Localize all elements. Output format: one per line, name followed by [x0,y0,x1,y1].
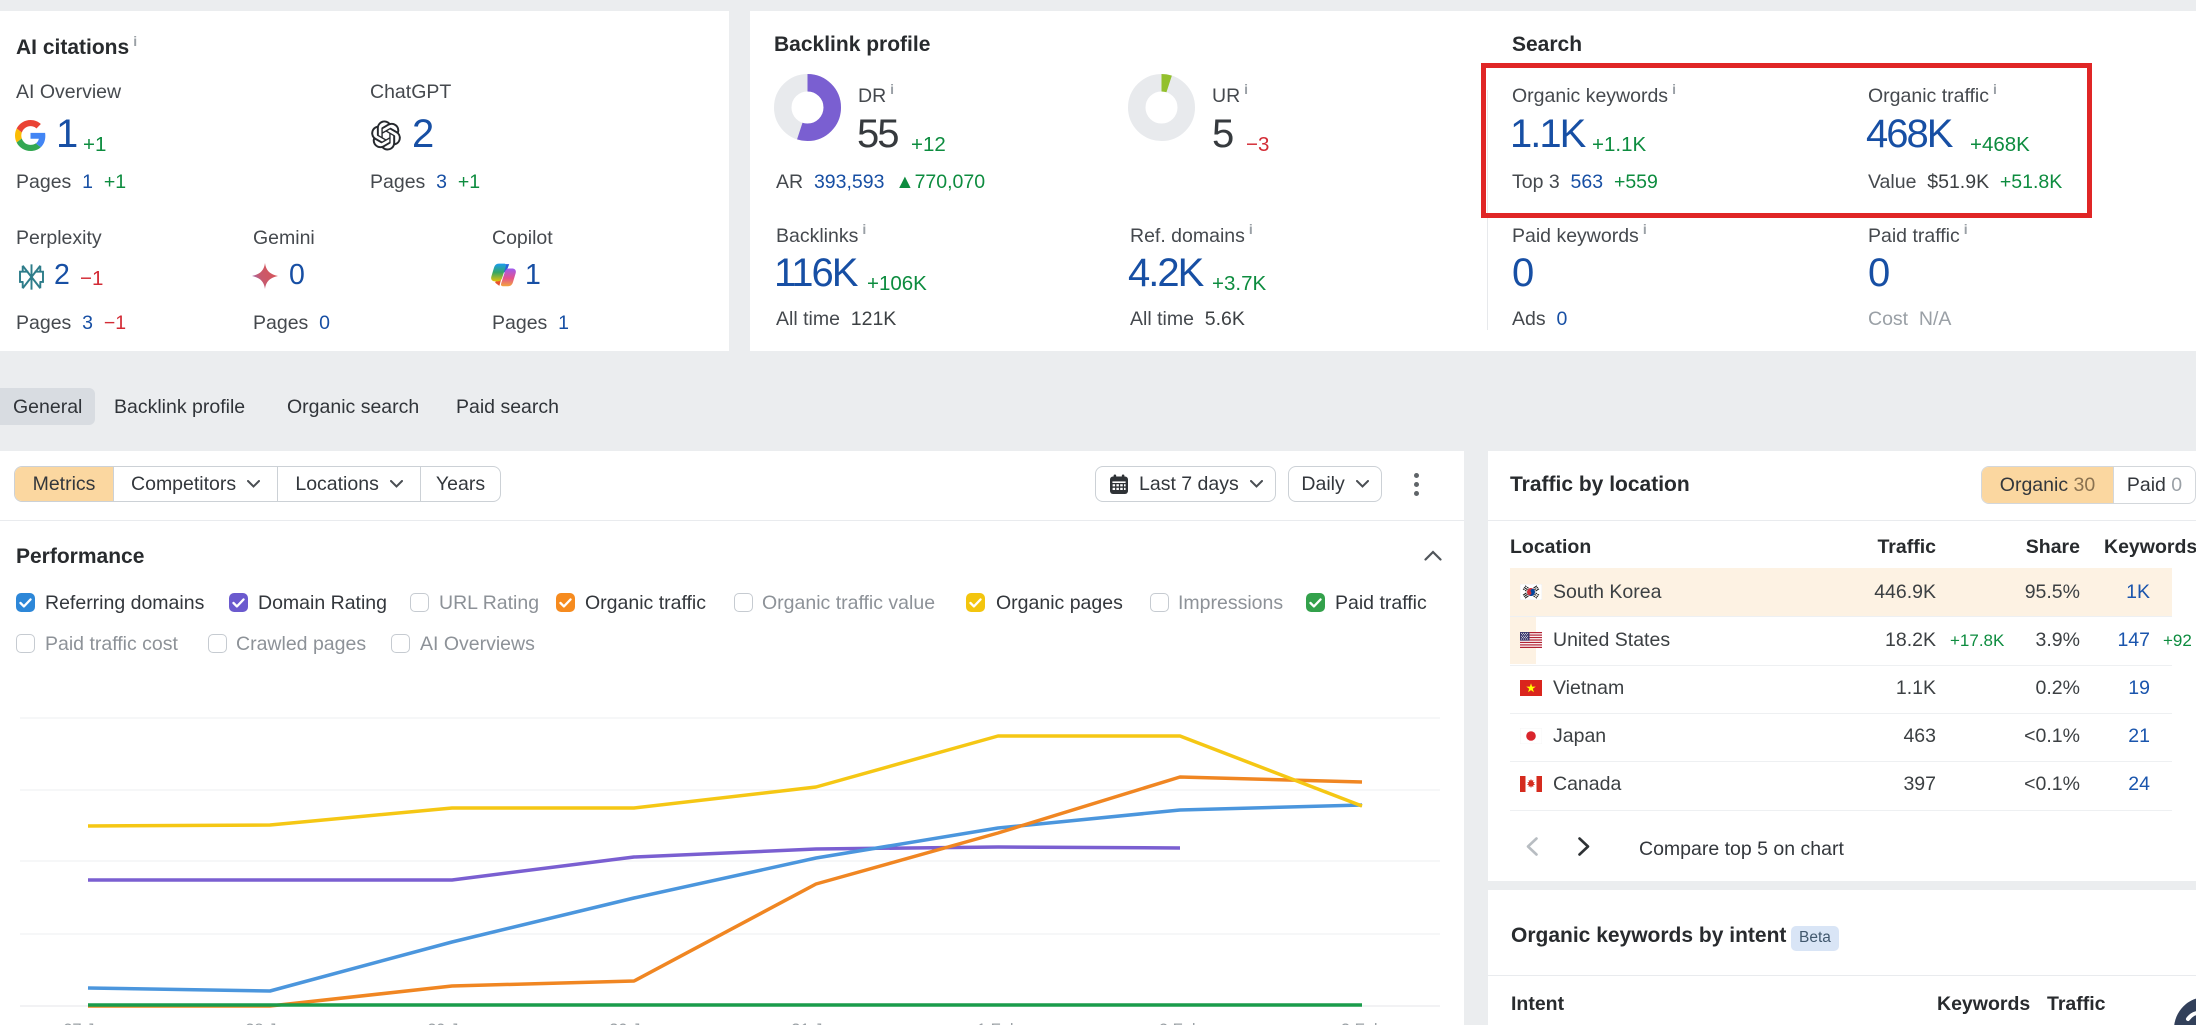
svg-text:27 Jan: 27 Jan [63,1021,113,1025]
svg-text:3 Feb: 3 Feb [1341,1021,1383,1025]
svg-text:31 Jan: 31 Jan [791,1021,841,1025]
svg-text:2 Feb: 2 Feb [1159,1021,1201,1025]
svg-text:29 Jan: 29 Jan [427,1021,477,1025]
svg-text:28 Jan: 28 Jan [245,1021,295,1025]
svg-text:30 Jan: 30 Jan [609,1021,659,1025]
svg-text:1 Feb: 1 Feb [977,1021,1019,1025]
